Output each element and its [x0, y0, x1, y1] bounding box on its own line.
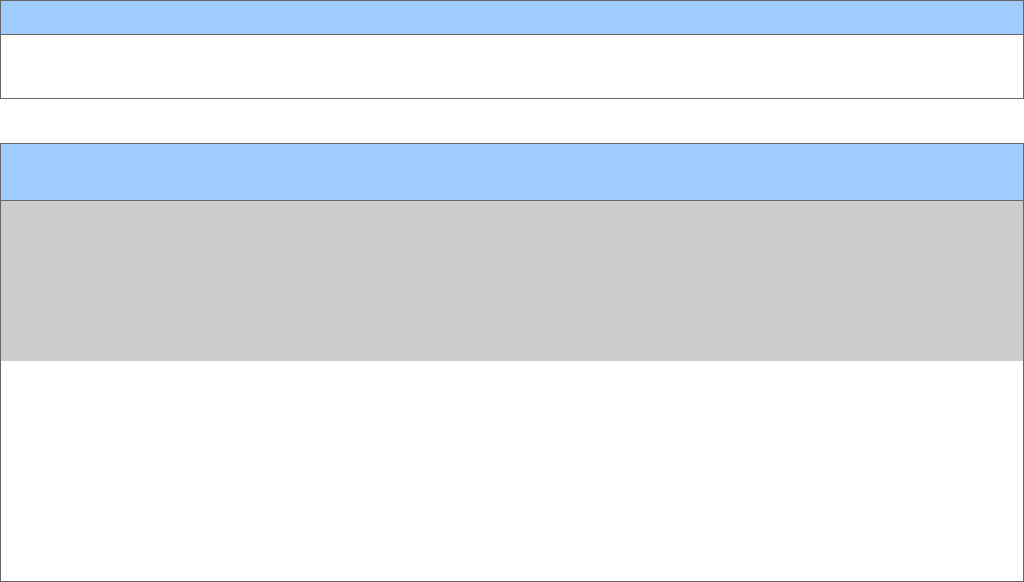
table-2-row-2	[1, 361, 1023, 581]
table-2	[0, 143, 1024, 582]
table-1	[0, 0, 1024, 99]
table-2-row-1	[1, 201, 1023, 361]
table-1-header	[1, 1, 1023, 35]
table-1-row-1	[1, 35, 1023, 98]
table-2-header	[1, 144, 1023, 201]
